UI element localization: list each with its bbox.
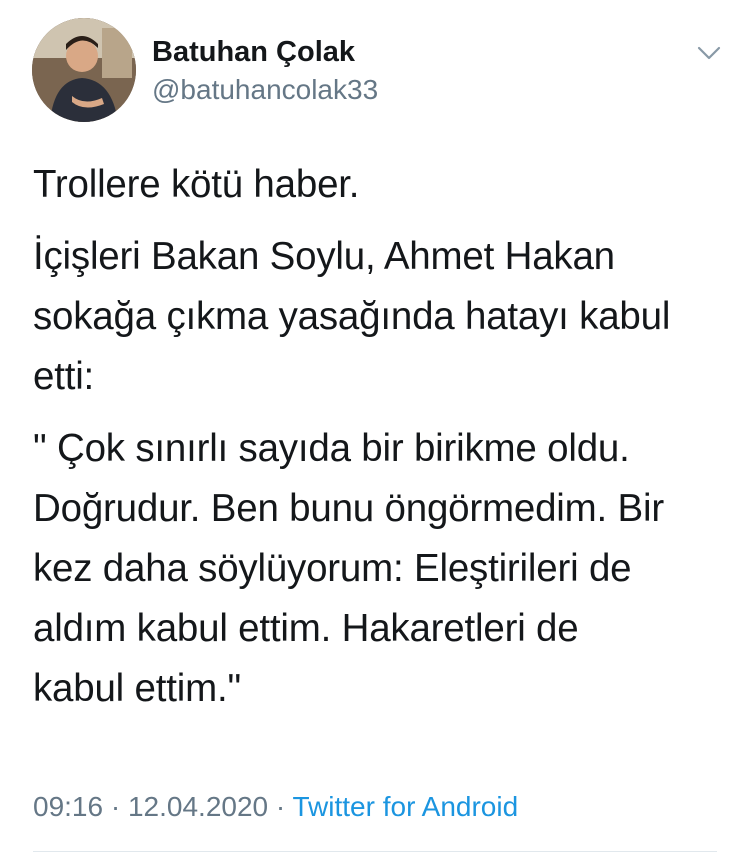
avatar-photo bbox=[32, 18, 136, 122]
user-handle[interactable]: @batuhancolak33 bbox=[152, 74, 378, 106]
tweet-paragraph: Trollere kötü haber. bbox=[33, 155, 728, 215]
divider bbox=[33, 851, 717, 852]
tweet-paragraph: İçişleri Bakan Soylu, Ahmet Hakan sokağa… bbox=[33, 227, 728, 407]
tweet-line: sokağa çıkma yasağında hatayı kabul bbox=[33, 295, 671, 338]
tweet-line: Trollere kötü haber. bbox=[33, 163, 360, 206]
tweet-line: aldım kabul ettim. Hakaretleri de bbox=[33, 607, 579, 650]
tweet-line: kez daha söylüyorum: Eleştirileri de bbox=[33, 547, 632, 590]
meta-separator: · bbox=[275, 791, 293, 822]
chevron-down-icon[interactable] bbox=[696, 40, 722, 66]
tweet-line: Doğrudur. Ben bunu öngörmedim. Bir bbox=[33, 487, 664, 530]
tweet-source-link[interactable]: Twitter for Android bbox=[293, 791, 519, 822]
tweet-line: İçişleri Bakan Soylu, Ahmet Hakan bbox=[33, 235, 615, 278]
tweet-card: Batuhan Çolak @batuhancolak33 Trollere k… bbox=[0, 0, 750, 861]
avatar[interactable] bbox=[32, 18, 136, 122]
tweet-line: " Çok sınırlı sayıda bir birikme oldu. bbox=[33, 427, 630, 470]
display-name[interactable]: Batuhan Çolak bbox=[152, 36, 355, 69]
tweet-date[interactable]: 12.04.2020 bbox=[128, 791, 268, 822]
tweet-line: etti: bbox=[33, 355, 95, 398]
tweet-time[interactable]: 09:16 bbox=[33, 791, 103, 822]
tweet-line: kabul ettim." bbox=[33, 667, 241, 710]
meta-separator: · bbox=[110, 791, 128, 822]
tweet-meta: 09:16 · 12.04.2020 · Twitter for Android bbox=[33, 791, 518, 823]
tweet-paragraph: " Çok sınırlı sayıda bir birikme oldu. D… bbox=[33, 419, 728, 719]
tweet-text: Trollere kötü haber. İçişleri Bakan Soyl… bbox=[33, 155, 728, 731]
